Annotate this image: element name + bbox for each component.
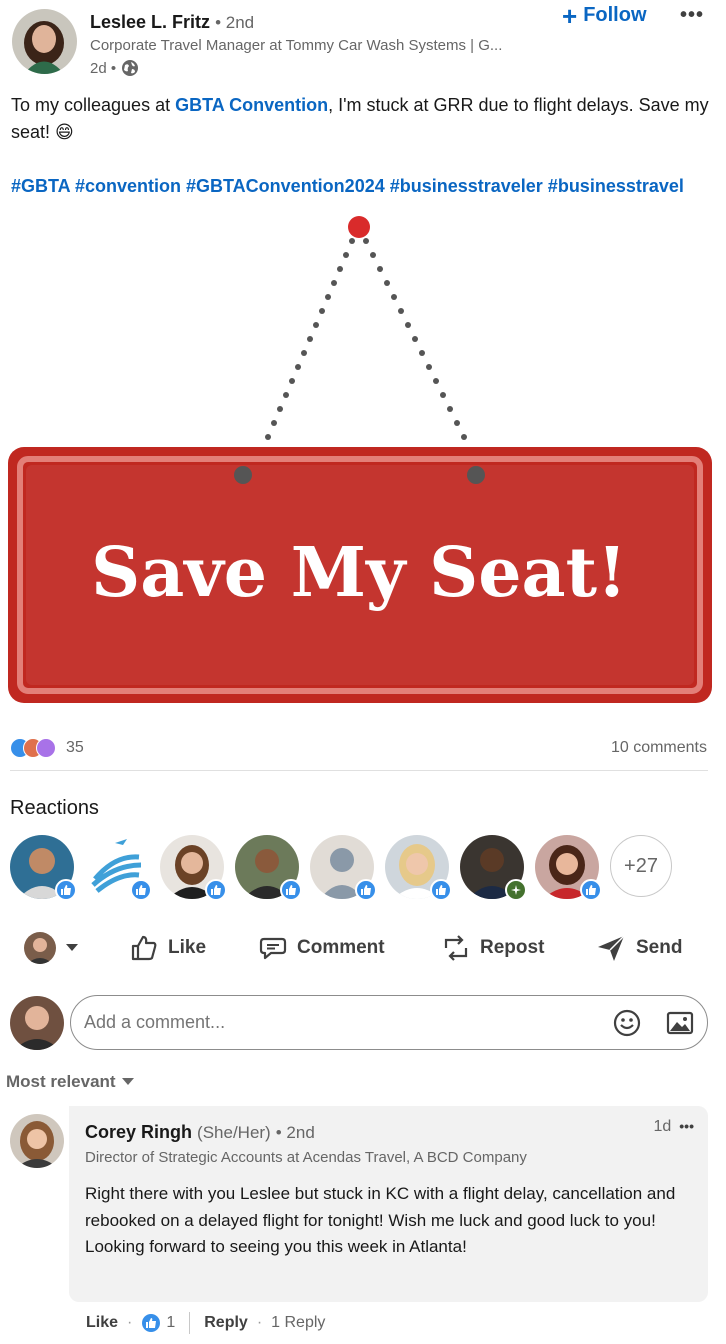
reactor-avatar[interactable]: [385, 835, 452, 901]
reactor-avatar[interactable]: [235, 835, 302, 901]
mention-link[interactable]: GBTA Convention: [175, 95, 328, 115]
divider: [189, 1312, 191, 1334]
reactors-list: +27: [10, 835, 672, 901]
celebrate-badge-icon: [505, 879, 527, 901]
comment-age: 1d: [653, 1118, 672, 1135]
author-headline: Corporate Travel Manager at Tommy Car Wa…: [90, 37, 503, 54]
repost-label: Repost: [480, 937, 545, 958]
like-badge-icon: [580, 879, 602, 901]
caret-down-icon: [121, 1078, 134, 1085]
commenter-degree: • 2nd: [275, 1123, 315, 1142]
comments-count[interactable]: 10 comments: [611, 739, 707, 757]
reaction-identity-selector[interactable]: [24, 925, 78, 971]
commenter-name-text: Corey Ringh: [85, 1122, 193, 1142]
post-age: 2d •: [90, 59, 139, 77]
action-bar: Like Comment Repost Send: [0, 925, 726, 971]
reaction-icons[interactable]: [10, 738, 56, 758]
post-age-text: 2d •: [90, 59, 117, 77]
comment-bubble: Corey Ringh (She/Her) • 2nd 1d ••• Direc…: [69, 1106, 708, 1302]
reactor-avatar[interactable]: [310, 835, 377, 901]
post-image[interactable]: Save My Seat!: [0, 200, 726, 720]
comment-actions: Like · 1 Reply · 1 Reply: [86, 1312, 325, 1334]
comment-box: [70, 995, 708, 1050]
reactor-avatar[interactable]: [85, 835, 152, 901]
reactor-avatar[interactable]: [535, 835, 602, 901]
comment-like-count[interactable]: 1: [166, 1314, 175, 1332]
follow-label: Follow: [583, 4, 647, 26]
like-badge-icon: [142, 1314, 161, 1332]
commenter-pronouns: (She/Her): [197, 1123, 271, 1142]
commenter-name[interactable]: Corey Ringh (She/Her) • 2nd: [85, 1122, 315, 1143]
divider: [10, 770, 708, 771]
caret-down-icon: [66, 944, 78, 951]
follow-button[interactable]: + Follow: [562, 0, 647, 31]
send-button[interactable]: Send: [596, 925, 682, 971]
comment-like-button[interactable]: Like: [86, 1314, 118, 1332]
hashtags[interactable]: #GBTA #convention #GBTAConvention2024 #b…: [11, 173, 697, 199]
globe-icon: [122, 60, 139, 76]
author-avatar[interactable]: [12, 9, 77, 74]
commenter-headline: Director of Strategic Accounts at Acenda…: [85, 1149, 527, 1166]
comment-reply-button[interactable]: Reply: [204, 1314, 248, 1332]
like-badge-icon: [355, 879, 377, 901]
reactor-avatar[interactable]: [460, 835, 527, 901]
like-button[interactable]: Like: [130, 925, 206, 971]
comment-icon: [259, 937, 287, 960]
reactor-avatar[interactable]: [10, 835, 77, 901]
comment-more-button[interactable]: •••: [679, 1118, 694, 1136]
like-label: Like: [168, 937, 207, 958]
author-name[interactable]: Leslee L. Fritz • 2nd: [90, 12, 254, 33]
comment-input[interactable]: [84, 1012, 584, 1033]
like-badge-icon: [55, 879, 77, 901]
more-reactors-button[interactable]: +27: [610, 835, 672, 897]
like-badge-icon: [130, 879, 152, 901]
repost-icon: [444, 935, 468, 961]
comment-button[interactable]: Comment: [259, 925, 385, 971]
post-text-part: To my colleagues at: [11, 95, 176, 115]
comment-text: Right there with you Leslee but stuck in…: [85, 1184, 676, 1256]
separator-dot: ·: [256, 1314, 263, 1331]
sort-dropdown[interactable]: Most relevant: [6, 1072, 134, 1092]
commenter-avatar[interactable]: [10, 1114, 64, 1168]
my-avatar: [10, 996, 64, 1050]
my-avatar-small: [24, 932, 56, 964]
post-text: To my colleagues at GBTA Convention, I'm…: [11, 92, 711, 146]
repost-button[interactable]: Repost: [442, 925, 544, 971]
emoji-icon[interactable]: [612, 1008, 642, 1038]
sort-label: Most relevant: [6, 1072, 116, 1091]
separator-dot: ·: [127, 1314, 133, 1331]
reactor-avatar[interactable]: [160, 835, 227, 901]
image-icon[interactable]: [665, 1008, 695, 1038]
more-options-button[interactable]: •••: [680, 4, 704, 27]
plus-icon: +: [562, 0, 578, 31]
reactions-title: Reactions: [10, 797, 99, 819]
send-icon: [598, 935, 625, 961]
like-badge-icon: [430, 879, 452, 901]
comment-label: Comment: [297, 937, 385, 958]
replies-link[interactable]: 1 Reply: [271, 1314, 325, 1332]
connection-degree: • 2nd: [215, 13, 255, 32]
support-reaction-icon: [36, 738, 56, 758]
send-label: Send: [636, 937, 683, 958]
thumbs-up-icon: [131, 935, 157, 961]
reaction-count[interactable]: 35: [66, 739, 84, 757]
like-badge-icon: [280, 879, 302, 901]
sign-caption: Save My Seat!: [91, 533, 627, 613]
like-badge-icon: [205, 879, 227, 901]
